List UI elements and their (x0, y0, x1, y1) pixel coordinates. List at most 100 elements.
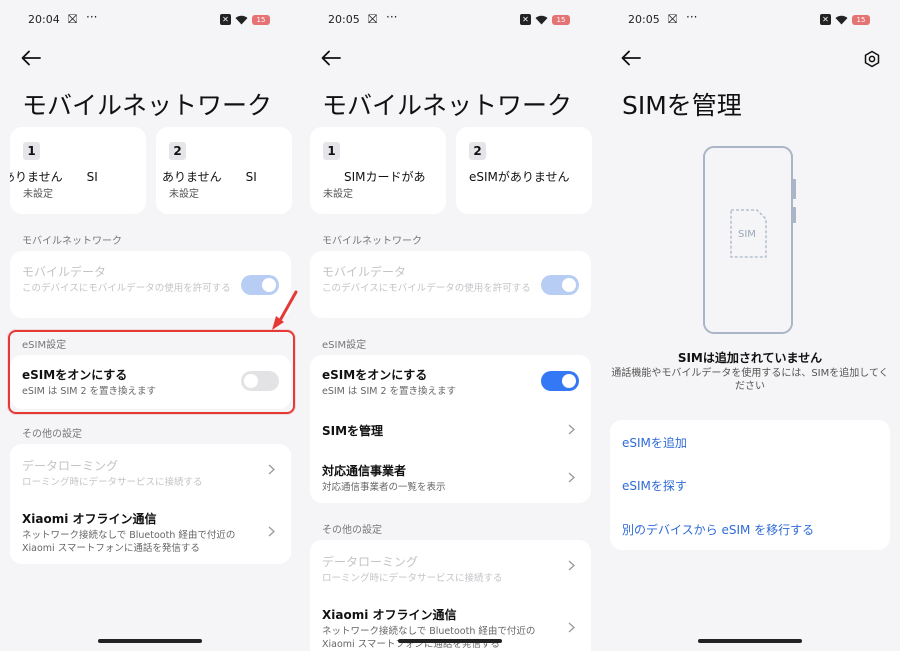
offline-comm-row[interactable]: Xiaomi オフライン通信 ネットワーク接続なしで Bluetooth 経由で… (22, 510, 251, 555)
highlight-box (8, 330, 295, 414)
mobile-data-title: モバイルデータ (22, 265, 107, 279)
manage-sim-row[interactable]: SIMを管理 (322, 422, 551, 439)
section-header-other: その他の設定 (22, 429, 82, 440)
mobile-data-row: モバイルデータ このデバイスにモバイルデータの使用を許可する (22, 263, 231, 295)
other-settings-card: データローミング ローミング時にデータサービスに接続する Xiaomi オフライ… (310, 540, 591, 651)
screen-manage-sim: 20:05 ⛝ ··· ✕ 15 SIMを管理 SIM SIMは追加されていませ… (600, 0, 900, 651)
esim-toggle-row[interactable]: eSIMをオンにする eSIM は SIM 2 を置き換えます (322, 366, 531, 398)
page-title: SIMを管理 (622, 91, 742, 120)
no-sim-icon: ✕ (520, 14, 531, 25)
status-bar: 20:05 ⛝ ··· ✕ 15 (328, 10, 570, 29)
section-header-mobile-network: モバイルネットワーク (322, 236, 422, 247)
data-roaming-desc: ローミング時にデータサービスに接続する (322, 573, 503, 584)
no-sim-icon: ✕ (220, 14, 231, 25)
sim-name: eSIMがありません (469, 170, 570, 184)
mobile-data-desc: このデバイスにモバイルデータの使用を許可する (22, 283, 231, 294)
mobile-data-card: モバイルデータ このデバイスにモバイルデータの使用を許可する (10, 251, 291, 318)
sim-card-2[interactable]: 2 ありません SI 未設定 (156, 127, 292, 214)
add-esim-link[interactable]: eSIMを追加 (622, 434, 687, 451)
find-esim-link[interactable]: eSIMを探す (622, 477, 687, 494)
section-header-esim: eSIM設定 (322, 340, 367, 351)
page-title: モバイルネットワーク (322, 91, 573, 120)
chevron-right-icon (568, 622, 575, 633)
esim-toggle-switch[interactable] (541, 371, 579, 391)
sim-card-1[interactable]: 1 ありません SI 未設定 (10, 127, 146, 214)
chevron-right-icon (568, 472, 575, 483)
transfer-esim-link[interactable]: 別のデバイスから eSIM を移行する (622, 521, 814, 538)
settings-gear-icon[interactable] (863, 50, 881, 68)
no-sim-icon: ✕ (820, 14, 831, 25)
no-sim-title: SIMは追加されていません (677, 351, 823, 365)
wifi-icon (235, 15, 248, 24)
data-roaming-title: データローミング (22, 459, 119, 473)
sim-card-2[interactable]: 2 eSIMがありません (456, 127, 592, 214)
back-arrow-icon[interactable] (621, 50, 641, 66)
sim-slot-number: 1 (323, 142, 340, 160)
sim-name: SIMカードがあ (344, 170, 426, 184)
mobile-data-card: モバイルデータ このデバイスにモバイルデータの使用を許可する (310, 251, 591, 318)
chevron-right-icon (568, 560, 575, 571)
sim-label: SIM (738, 229, 756, 240)
offline-comm-desc: ネットワーク接続なしで Bluetooth 経由で付近の Xiaomi スマート… (322, 626, 536, 650)
wifi-icon (535, 15, 548, 24)
sim-actions-card: eSIMを追加 eSIMを探す 別のデバイスから eSIM を移行する (610, 420, 890, 550)
esim-toggle-desc: eSIM は SIM 2 を置き換えます (322, 386, 457, 397)
data-roaming-desc: ローミング時にデータサービスに接続する (22, 477, 203, 488)
chevron-right-icon (568, 424, 575, 435)
section-header-mobile-network: モバイルネットワーク (22, 236, 122, 247)
carriers-row[interactable]: 対応通信事業者 対応通信事業者の一覧を表示 (322, 462, 551, 494)
screen-mobile-network-on: 20:05 ⛝ ··· ✕ 15 モバイルネットワーク 1 SIMカードがあ 未… (300, 0, 600, 651)
data-roaming-row[interactable]: データローミング ローミング時にデータサービスに接続する (22, 457, 251, 489)
chevron-right-icon (268, 464, 275, 475)
page-title: モバイルネットワーク (22, 91, 273, 120)
section-header-other: その他の設定 (322, 525, 382, 536)
sim-status: 未設定 (23, 189, 53, 200)
offline-comm-desc: ネットワーク接続なしで Bluetooth 経由で付近の Xiaomi スマート… (22, 530, 236, 554)
mobile-data-toggle[interactable] (541, 275, 579, 295)
sim-status: 未設定 (323, 189, 353, 200)
other-settings-card: データローミング ローミング時にデータサービスに接続する Xiaomi オフライ… (10, 444, 291, 564)
carriers-desc: 対応通信事業者の一覧を表示 (322, 482, 446, 493)
esim-card: eSIMをオンにする eSIM は SIM 2 を置き換えます SIMを管理 対… (310, 355, 591, 503)
notification-icon: ⛝ (368, 12, 378, 26)
notification-icon: ⛝ (668, 12, 678, 26)
no-sim-desc: 通話機能やモバイルデータを使用するには、SIMを追加してください (611, 368, 889, 392)
mobile-data-title: モバイルデータ (322, 265, 407, 279)
battery-icon: 15 (252, 14, 270, 25)
more-notifications-icon: ··· (86, 10, 98, 24)
mobile-data-desc: このデバイスにモバイルデータの使用を許可する (322, 283, 531, 294)
battery-icon: 15 (852, 14, 870, 25)
offline-comm-row[interactable]: Xiaomi オフライン通信 ネットワーク接続なしで Bluetooth 経由で… (322, 606, 551, 651)
sim-slot-number: 2 (469, 142, 486, 160)
data-roaming-row[interactable]: データローミング ローミング時にデータサービスに接続する (322, 553, 551, 585)
phone-illustration (703, 146, 796, 334)
home-indicator[interactable] (398, 639, 502, 643)
status-bar: 20:05 ⛝ ··· ✕ 15 (628, 10, 870, 29)
sim-card-1[interactable]: 1 SIMカードがあ 未設定 (310, 127, 446, 214)
home-indicator[interactable] (98, 639, 202, 643)
home-indicator[interactable] (698, 639, 802, 643)
sim-status: 未設定 (169, 189, 199, 200)
manage-sim-title: SIMを管理 (322, 424, 384, 438)
esim-toggle-title: eSIMをオンにする (322, 368, 428, 382)
battery-icon: 15 (552, 14, 570, 25)
wifi-icon (835, 15, 848, 24)
sim-name: ありません SI (10, 170, 98, 184)
back-arrow-icon[interactable] (321, 50, 341, 66)
status-bar: 20:04 ⛝ ··· ✕ 15 (28, 10, 270, 29)
carriers-title: 対応通信事業者 (322, 464, 407, 478)
back-arrow-icon[interactable] (21, 50, 41, 66)
offline-comm-title: Xiaomi オフライン通信 (322, 608, 457, 622)
sim-slot-number: 2 (169, 142, 186, 160)
screen-mobile-network-off: 20:04 ⛝ ··· ✕ 15 モバイルネットワーク 1 ありません SI 未… (0, 0, 300, 651)
annotation-arrow-icon (272, 290, 298, 330)
more-notifications-icon: ··· (686, 10, 698, 24)
status-time: 20:04 (28, 13, 60, 26)
offline-comm-title: Xiaomi オフライン通信 (22, 512, 157, 526)
sim-slot-number: 1 (23, 142, 40, 160)
status-time: 20:05 (328, 13, 360, 26)
data-roaming-title: データローミング (322, 555, 419, 569)
mobile-data-row: モバイルデータ このデバイスにモバイルデータの使用を許可する (322, 263, 531, 295)
sim-name: ありません SI (162, 170, 257, 184)
status-time: 20:05 (628, 13, 660, 26)
